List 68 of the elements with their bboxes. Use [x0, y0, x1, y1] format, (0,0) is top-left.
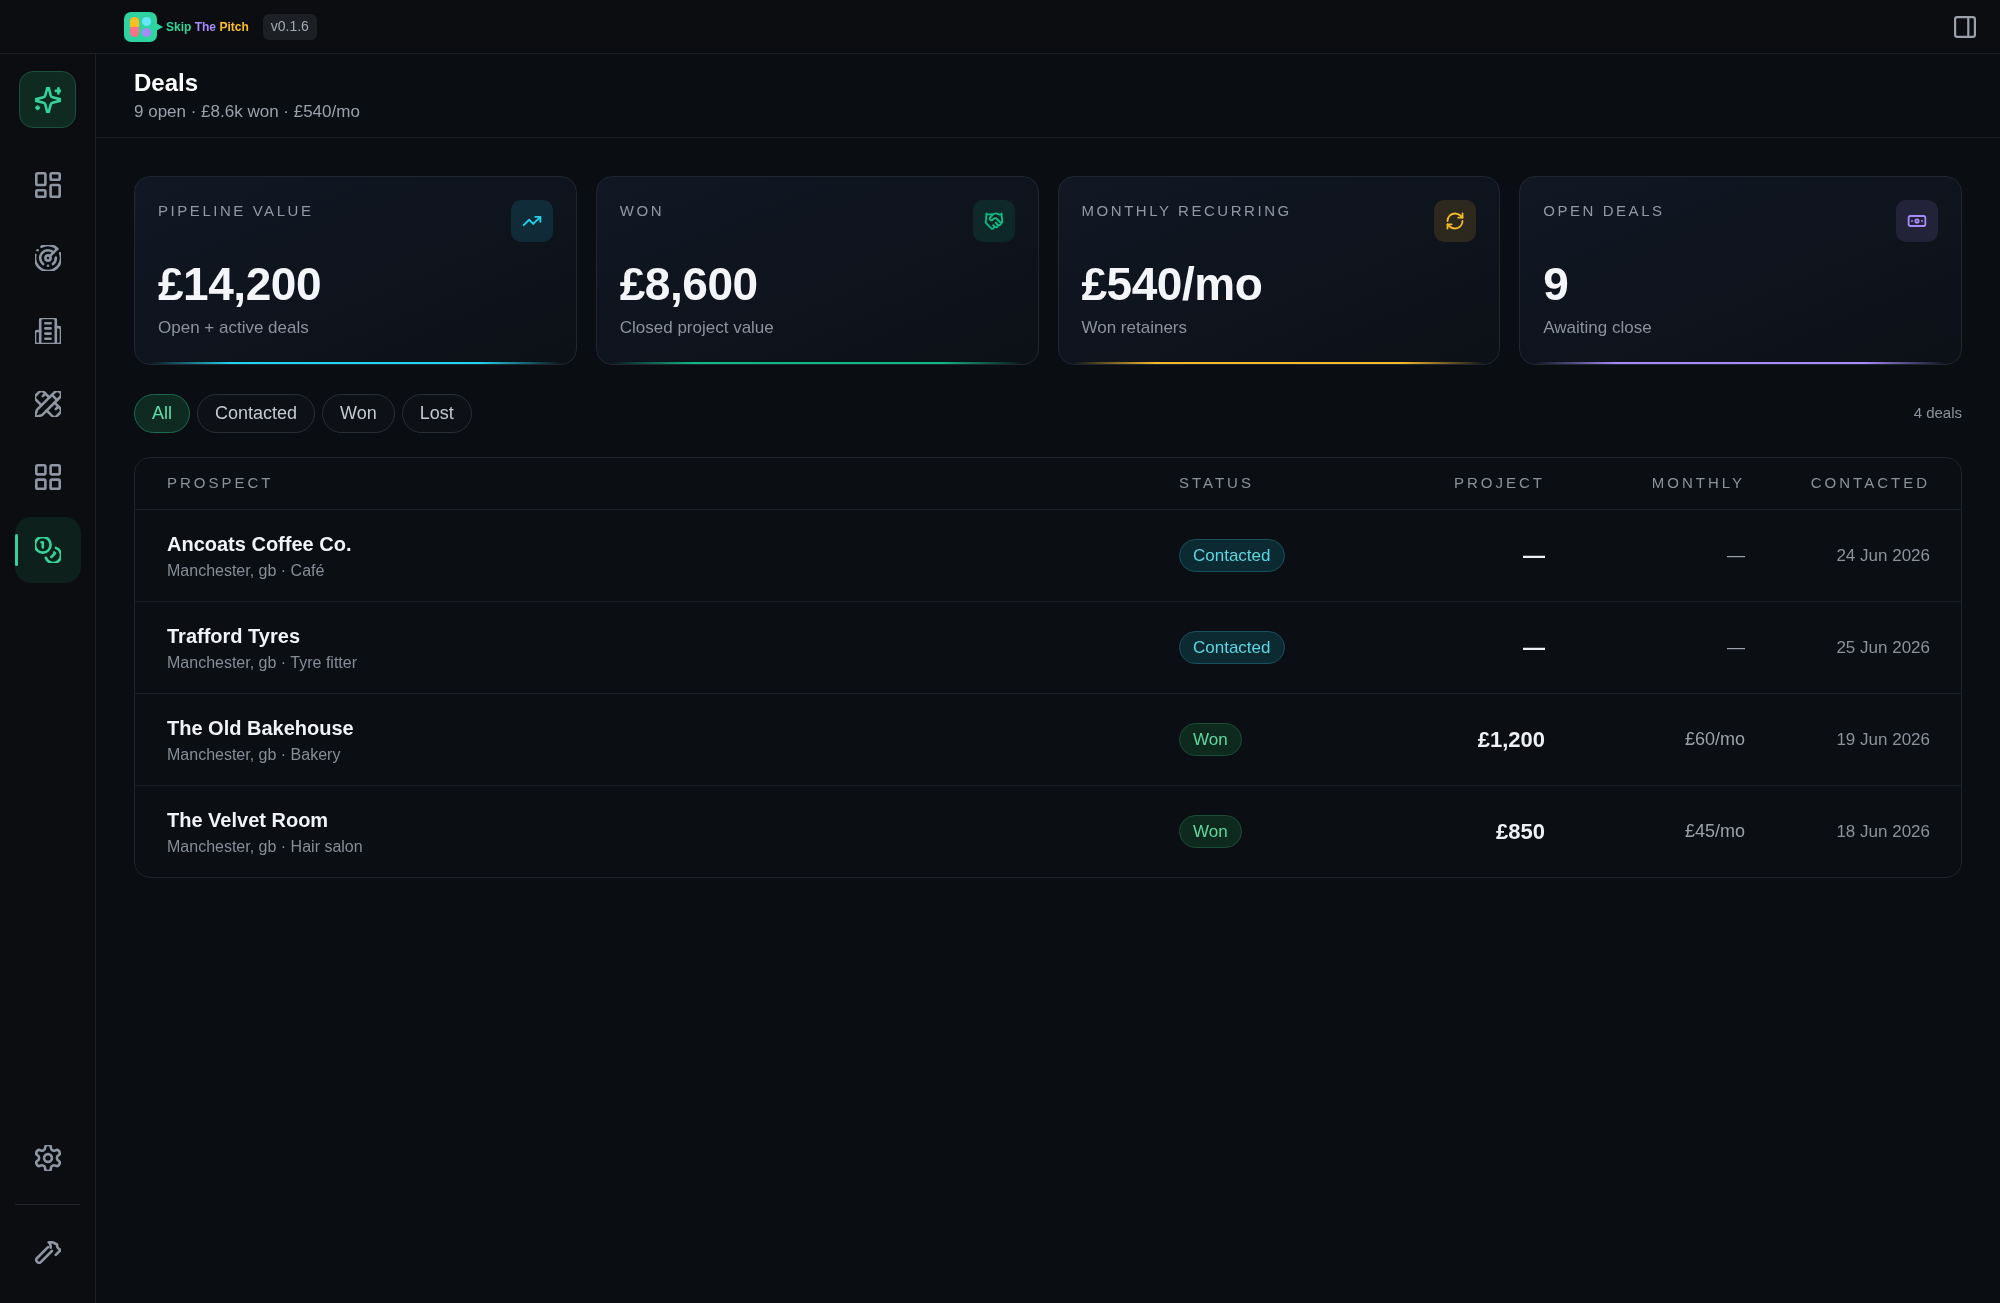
prospect-name: Trafford Tyres — [167, 623, 300, 649]
pencil-ruler-icon — [34, 391, 61, 417]
prospect-details: Manchester, gb · Café — [167, 560, 325, 581]
banknote-icon — [1896, 200, 1938, 242]
prospect-details: Manchester, gb · Hair salon — [167, 836, 363, 857]
stat-caption: Won retainers — [1081, 317, 1187, 339]
status-badge: Won — [1179, 723, 1242, 756]
stat-caption: Awaiting close — [1543, 317, 1652, 339]
prospect-name: The Velvet Room — [167, 807, 329, 833]
stat-label: MONTHLY RECURRING — [1081, 201, 1292, 221]
column-header: STATUS — [1179, 474, 1254, 492]
handshake-icon — [972, 200, 1015, 242]
refresh-icon — [1434, 200, 1477, 242]
contacted-date: 24 Jun 2026 — [1836, 545, 1930, 565]
version-badge: v0.1.6 — [262, 13, 317, 40]
active-indicator — [14, 534, 18, 566]
trend-up-icon — [510, 200, 553, 242]
status-badge: Won — [1179, 815, 1242, 848]
project-value: £1,200 — [1477, 727, 1545, 752]
prospect-name: The Old Bakehouse — [167, 715, 354, 741]
monthly-value: — — [1727, 545, 1745, 565]
grid-icon — [34, 464, 61, 490]
stat-caption: Open + active deals — [158, 317, 309, 339]
settings-icon — [34, 1145, 61, 1171]
sidebar-nav-button[interactable] — [14, 517, 81, 583]
project-value: — — [1523, 635, 1545, 660]
status-badge: Contacted — [1179, 539, 1285, 572]
column-header: CONTACTED — [1810, 474, 1930, 492]
filter-chip[interactable]: All — [134, 394, 190, 433]
contacted-date: 25 Jun 2026 — [1836, 637, 1930, 657]
status-badge: Contacted — [1179, 631, 1285, 664]
stat-value: £14,200 — [158, 261, 322, 307]
deal-count: 4 deals — [1913, 403, 1962, 424]
column-header: PROJECT — [1454, 474, 1545, 492]
contacted-date: 19 Jun 2026 — [1836, 729, 1930, 749]
stat-value: 9 — [1543, 261, 1569, 307]
filter-chip[interactable]: Lost — [401, 394, 472, 433]
monthly-value: £60/mo — [1684, 729, 1745, 749]
radar-icon — [34, 245, 61, 271]
coins-icon — [34, 537, 61, 563]
stat-value: £540/mo — [1081, 261, 1263, 307]
column-header: PROSPECT — [167, 474, 274, 492]
page-subtitle: 9 open · £8.6k won · £540/mo — [134, 101, 360, 123]
stat-caption: Closed project value — [619, 317, 774, 339]
prospect-details: Manchester, gb · Bakery — [167, 744, 341, 765]
column-header: MONTHLY — [1651, 474, 1745, 492]
prospect-name: Ancoats Coffee Co. — [167, 531, 352, 557]
stat-label: PIPELINE VALUE — [158, 201, 314, 221]
panel-toggle-icon[interactable] — [1954, 15, 1976, 38]
stat-label: OPEN DEALS — [1543, 201, 1665, 221]
app-logo-icon — [124, 11, 163, 42]
dashboard-icon — [34, 172, 61, 198]
stat-label: WON — [619, 201, 665, 221]
sparkle-icon — [34, 86, 61, 113]
building-icon — [34, 318, 61, 344]
contacted-date: 18 Jun 2026 — [1836, 821, 1930, 841]
monthly-value: — — [1727, 637, 1745, 657]
assistant-button[interactable] — [19, 71, 76, 128]
page-title: Deals — [134, 68, 199, 98]
prospect-details: Manchester, gb · Tyre fitter — [167, 652, 357, 673]
monthly-value: £45/mo — [1684, 821, 1745, 841]
project-value: £850 — [1496, 819, 1545, 844]
hammer-icon — [34, 1238, 61, 1264]
project-value: — — [1523, 543, 1545, 568]
stat-value: £8,600 — [619, 261, 758, 307]
brand-name: Skip The Pitch — [166, 18, 249, 36]
filter-chip[interactable]: Won — [322, 394, 395, 433]
filter-chip[interactable]: Contacted — [197, 394, 316, 433]
